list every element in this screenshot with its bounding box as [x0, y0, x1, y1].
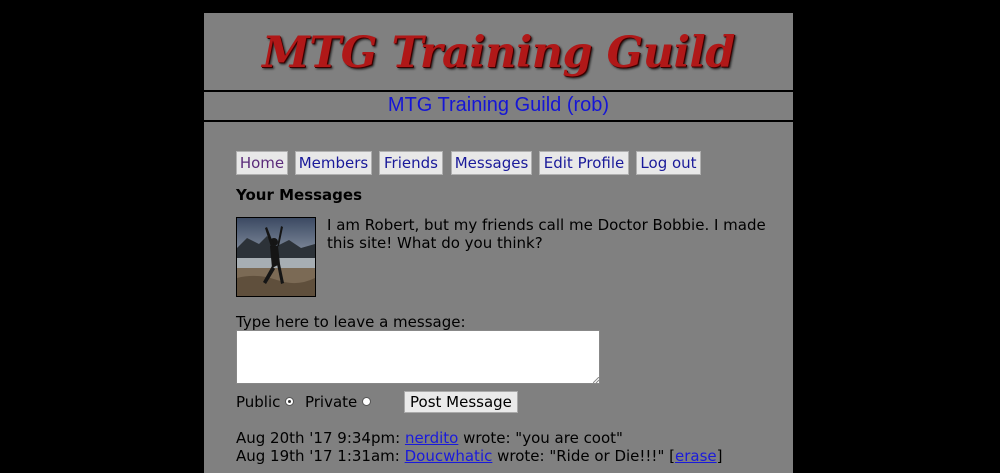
page-container: MTG Training Guild MTG Training Guild (r… — [204, 13, 793, 473]
message-item: Aug 19th '17 1:31am: Doucwhatic wrote: "… — [236, 447, 723, 465]
message-body: wrote: "you are coot" — [458, 429, 623, 447]
private-radio[interactable] — [362, 397, 372, 406]
site-logo[interactable]: MTG Training Guild — [204, 13, 793, 90]
site-subtitle: MTG Training Guild (rob) — [387, 94, 610, 116]
message-date: Aug 20th '17 9:34pm: — [236, 429, 401, 447]
nav-log-out-button[interactable]: Log out — [636, 151, 701, 175]
nav-members-button[interactable]: Members — [295, 151, 372, 175]
divider — [204, 120, 793, 122]
message-body: wrote: "Ride or Die!!!" — [492, 447, 670, 465]
message-prompt-label: Type here to leave a message: — [236, 313, 466, 331]
profile-bio: I am Robert, but my friends call me Doct… — [327, 216, 766, 252]
nav-messages-button[interactable]: Messages — [451, 151, 532, 175]
resize-grip-icon[interactable] — [593, 377, 599, 383]
public-radio[interactable] — [285, 397, 295, 406]
public-label: Public — [236, 393, 281, 411]
visibility-options: Public Private Post Message — [236, 391, 518, 413]
message-author-link[interactable]: Doucwhatic — [405, 447, 493, 465]
message-input[interactable] — [236, 330, 600, 384]
avatar-photo — [237, 218, 315, 296]
erase-message-link[interactable]: erase — [675, 447, 717, 465]
nav-friends-button[interactable]: Friends — [379, 151, 443, 175]
nav-edit-profile-button[interactable]: Edit Profile — [539, 151, 629, 175]
avatar — [236, 217, 316, 297]
nav-home-button[interactable]: Home — [236, 151, 288, 175]
post-message-button[interactable]: Post Message — [404, 391, 518, 413]
message-date: Aug 19th '17 1:31am: — [236, 447, 400, 465]
message-author-link[interactable]: nerdito — [405, 429, 458, 447]
message-item: Aug 20th '17 9:34pm: nerdito wrote: "you… — [236, 429, 623, 447]
page-title: Your Messages — [236, 186, 363, 204]
private-label: Private — [304, 393, 358, 411]
